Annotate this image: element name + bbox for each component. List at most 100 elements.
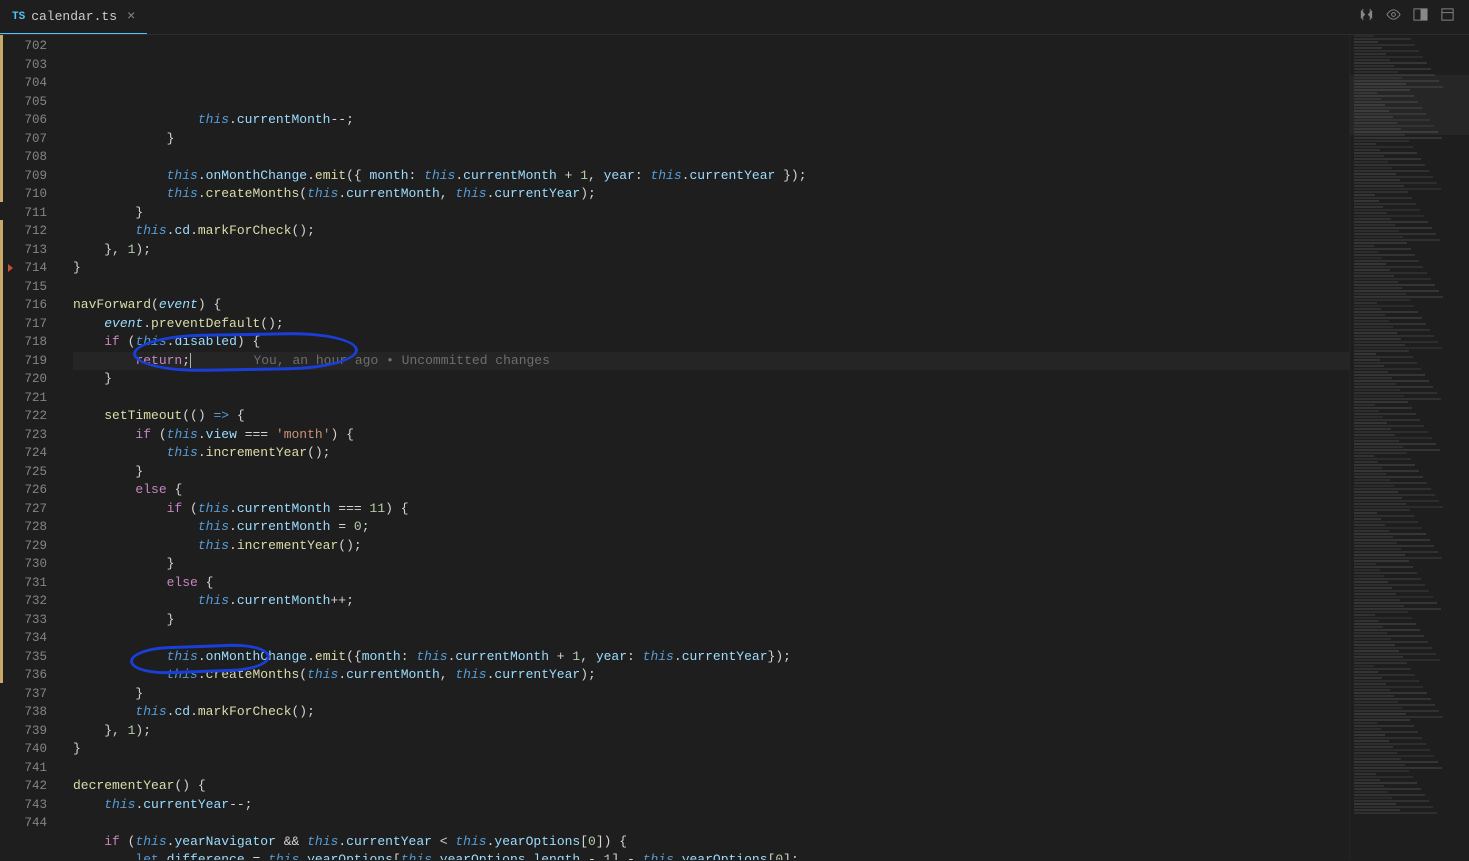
line-number[interactable]: 744 [10,814,47,833]
code-line[interactable]: navForward(event) { [73,296,1349,315]
tab-calendar-ts[interactable]: TS calendar.ts × [0,0,147,34]
line-number[interactable]: 710 [10,185,47,204]
code-line[interactable]: this.cd.markForCheck(); [73,222,1349,241]
line-number[interactable]: 742 [10,777,47,796]
line-number[interactable]: 734 [10,629,47,648]
code-line[interactable] [73,148,1349,167]
line-number[interactable]: 724 [10,444,47,463]
code-line[interactable]: }, 1); [73,722,1349,741]
line-number[interactable]: 709 [10,167,47,186]
minimap-line [1354,560,1409,562]
preview-icon[interactable] [1386,7,1401,27]
code-line[interactable]: this.onMonthChange.emit({ month: this.cu… [73,167,1349,186]
code-line[interactable]: return; You, an hour ago • Uncommitted c… [73,352,1349,371]
code-line[interactable]: this.createMonths(this.currentMonth, thi… [73,185,1349,204]
code-line[interactable] [73,759,1349,778]
line-number[interactable]: 705 [10,93,47,112]
code-line[interactable]: } [73,463,1349,482]
split-right-icon[interactable] [1413,7,1428,27]
line-number[interactable]: 711 [10,204,47,223]
code-line[interactable]: }, 1); [73,241,1349,260]
code-line[interactable]: } [73,259,1349,278]
line-number[interactable]: 740 [10,740,47,759]
line-number-gutter[interactable]: 7027037047057067077087097107117127137147… [10,35,65,860]
line-number[interactable]: 706 [10,111,47,130]
code-line[interactable]: event.preventDefault(); [73,315,1349,334]
code-line[interactable]: if (this.disabled) { [73,333,1349,352]
more-icon[interactable] [1440,7,1455,27]
code-line[interactable]: this.currentMonth--; [73,111,1349,130]
code-line[interactable] [73,278,1349,297]
code-line[interactable]: this.currentYear--; [73,796,1349,815]
code-line[interactable]: this.onMonthChange.emit({month: this.cur… [73,648,1349,667]
line-number[interactable]: 723 [10,426,47,445]
line-number[interactable]: 714 [10,259,47,278]
line-number[interactable]: 735 [10,648,47,667]
code-line[interactable]: if (this.view === 'month') { [73,426,1349,445]
line-number[interactable]: 720 [10,370,47,389]
code-line[interactable]: else { [73,574,1349,593]
line-number[interactable]: 736 [10,666,47,685]
line-number[interactable]: 739 [10,722,47,741]
code-line[interactable]: } [73,611,1349,630]
line-number[interactable]: 702 [10,37,47,56]
line-number[interactable]: 719 [10,352,47,371]
line-number[interactable]: 733 [10,611,47,630]
code-line[interactable]: let difference = this.yearOptions[this.y… [73,851,1349,860]
code-line[interactable]: decrementYear() { [73,777,1349,796]
code-line[interactable]: if (this.currentMonth === 11) { [73,500,1349,519]
line-number[interactable]: 713 [10,241,47,260]
code-line[interactable]: else { [73,481,1349,500]
minimap-line [1354,707,1402,709]
line-number[interactable]: 729 [10,537,47,556]
line-number[interactable]: 726 [10,481,47,500]
line-number[interactable]: 732 [10,592,47,611]
line-number[interactable]: 716 [10,296,47,315]
line-number[interactable]: 731 [10,574,47,593]
code-line[interactable]: this.cd.markForCheck(); [73,703,1349,722]
minimap-slider[interactable] [1350,75,1469,135]
code-line[interactable]: this.incrementYear(); [73,537,1349,556]
code-line[interactable] [73,389,1349,408]
code-line[interactable]: setTimeout(() => { [73,407,1349,426]
line-number[interactable]: 728 [10,518,47,537]
line-number[interactable]: 707 [10,130,47,149]
line-number[interactable]: 721 [10,389,47,408]
line-number[interactable]: 737 [10,685,47,704]
line-number[interactable]: 704 [10,74,47,93]
compare-icon[interactable] [1359,7,1374,27]
minimap-line [1354,164,1425,166]
line-number[interactable]: 715 [10,278,47,297]
line-number[interactable]: 712 [10,222,47,241]
code-line[interactable]: } [73,370,1349,389]
minimap-line [1354,209,1420,211]
code-line[interactable] [73,814,1349,833]
minimap-line [1354,512,1377,514]
line-number[interactable]: 743 [10,796,47,815]
code-line[interactable]: } [73,555,1349,574]
code-line[interactable]: if (this.yearNavigator && this.currentYe… [73,833,1349,852]
line-number[interactable]: 727 [10,500,47,519]
close-icon[interactable]: × [127,9,135,25]
line-number[interactable]: 725 [10,463,47,482]
minimap[interactable] [1349,35,1469,860]
line-number[interactable]: 708 [10,148,47,167]
code-editor[interactable]: this.currentMonth--; } this.onMonthChang… [65,35,1349,860]
code-line[interactable]: } [73,204,1349,223]
line-number[interactable]: 703 [10,56,47,75]
code-line[interactable]: this.currentMonth = 0; [73,518,1349,537]
code-line[interactable]: this.currentMonth++; [73,592,1349,611]
line-number[interactable]: 741 [10,759,47,778]
line-number[interactable]: 730 [10,555,47,574]
line-number[interactable]: 722 [10,407,47,426]
code-line[interactable]: } [73,740,1349,759]
code-line[interactable]: } [73,685,1349,704]
code-line[interactable]: this.incrementYear(); [73,444,1349,463]
line-number[interactable]: 717 [10,315,47,334]
code-line[interactable]: this.createMonths(this.currentMonth, thi… [73,666,1349,685]
line-number[interactable]: 738 [10,703,47,722]
code-line[interactable]: } [73,130,1349,149]
code-line[interactable] [73,629,1349,648]
minimap-line [1354,176,1433,178]
line-number[interactable]: 718 [10,333,47,352]
